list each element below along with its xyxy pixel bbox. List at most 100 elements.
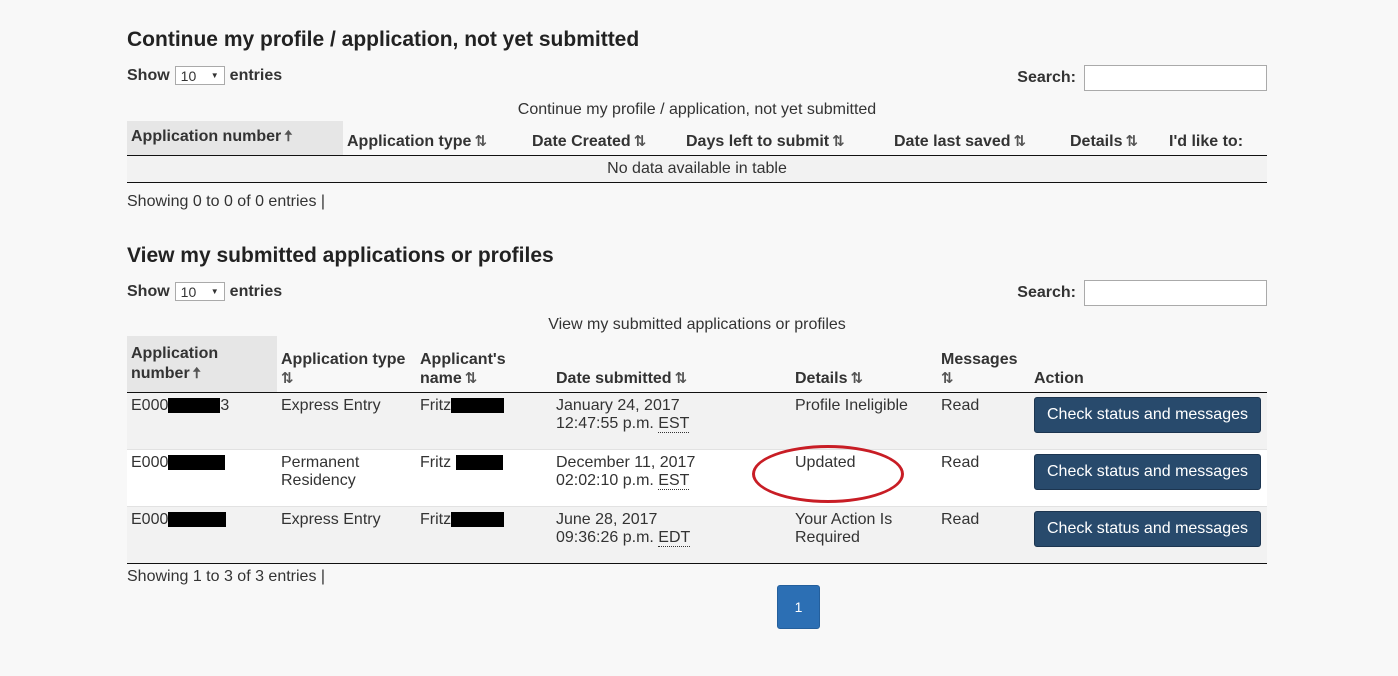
entries-label: entries xyxy=(229,66,283,84)
cell-date-submitted: June 28, 2017 09:36:26 p.m. EDT xyxy=(552,506,791,564)
check-status-button[interactable]: Check status and messages xyxy=(1034,397,1261,433)
table-caption: View my submitted applications or profil… xyxy=(548,316,846,333)
table-info: Showing 0 to 0 of 0 entries | xyxy=(127,193,326,210)
entries-label: entries xyxy=(229,282,283,300)
cell-messages: Read xyxy=(937,392,1030,450)
col-date-submitted[interactable]: Date submitted ⇅ xyxy=(552,336,791,393)
cell-action: Check status and messages xyxy=(1030,392,1267,450)
column-label: Date last saved xyxy=(894,133,1011,150)
cell-application-type: Express Entry xyxy=(277,392,416,450)
cell-application-number: E000 xyxy=(127,506,277,564)
application-type-text: Permanent Residency xyxy=(281,454,360,489)
column-label: Application type xyxy=(281,351,406,368)
table-row: E000 Permanent Residency Fritz December … xyxy=(127,449,1267,507)
sort-arrows-icon: ⇅ xyxy=(1125,133,1139,150)
arrow-up-icon: 🠅 xyxy=(192,365,201,382)
page-length-value: 10 xyxy=(180,283,197,300)
cell-applicant-name: Fritz xyxy=(416,392,552,450)
applicant-first-name: Fritz xyxy=(420,511,452,528)
timezone: EST xyxy=(658,472,690,490)
submitted-time: 12:47:55 p.m. xyxy=(556,415,654,432)
column-label: Days left to submit xyxy=(686,133,830,150)
check-status-button[interactable]: Check status and messages xyxy=(1034,454,1261,490)
page-length-select[interactable]: 10 ▼ xyxy=(174,282,225,301)
search-input[interactable] xyxy=(1084,280,1267,306)
app-number-prefix: E000 xyxy=(131,454,169,471)
col-messages[interactable]: Messages ⇅ xyxy=(937,336,1030,393)
col-date-created[interactable]: Date Created ⇅ xyxy=(528,121,682,156)
redaction-bar xyxy=(168,455,226,471)
column-label: Date submitted xyxy=(556,370,672,387)
timezone: EDT xyxy=(658,529,691,547)
search-control: Search: xyxy=(1017,280,1267,306)
page-length-select[interactable]: 10 ▼ xyxy=(174,66,225,85)
cell-application-type: Permanent Residency xyxy=(277,449,416,507)
details-text: Your Action Is Required xyxy=(795,511,893,546)
show-label: Show xyxy=(127,282,170,300)
unsubmitted-table: Application number 🠅 Application type ⇅ Da… xyxy=(127,121,1267,183)
caret-down-icon: ▼ xyxy=(210,287,219,296)
redaction-bar xyxy=(168,512,227,528)
redaction-bar xyxy=(451,398,505,414)
page-length-control: Show 10 ▼ entries xyxy=(127,282,282,301)
arrow-up-icon: 🠅 xyxy=(284,128,293,145)
submitted-date: June 28, 2017 xyxy=(556,511,658,528)
col-date-last-saved[interactable]: Date last saved ⇅ xyxy=(890,121,1066,156)
search-label: Search: xyxy=(1017,69,1076,86)
search-label: Search: xyxy=(1017,284,1076,301)
submitted-date: January 24, 2017 xyxy=(556,397,680,414)
empty-row: No data available in table xyxy=(127,155,1267,183)
timezone: EST xyxy=(658,415,690,433)
column-label: Details xyxy=(795,370,848,387)
check-status-button[interactable]: Check status and messages xyxy=(1034,511,1261,547)
table-caption: Continue my profile / application, not y… xyxy=(517,101,877,118)
show-label: Show xyxy=(127,66,170,84)
page-length-value: 10 xyxy=(180,67,197,84)
column-label: name xyxy=(420,370,462,387)
col-application-type[interactable]: Application type ⇅ xyxy=(277,336,416,393)
col-application-number[interactable]: Application number 🠅 xyxy=(127,121,343,156)
submitted-time: 09:36:26 p.m. xyxy=(556,529,654,546)
submitted-table: Application number 🠅 Application type ⇅ A… xyxy=(127,336,1267,564)
page-length-control: Show 10 ▼ entries xyxy=(127,66,282,85)
cell-details: Your Action Is Required xyxy=(791,506,937,564)
col-details[interactable]: Details ⇅ xyxy=(1066,121,1165,156)
col-days-left[interactable]: Days left to submit ⇅ xyxy=(682,121,890,156)
column-label: Messages xyxy=(941,351,1018,368)
column-label: number xyxy=(131,365,190,382)
sort-arrows-icon: ⇅ xyxy=(633,133,647,150)
cell-application-number: E000 3 xyxy=(127,392,277,450)
sort-arrows-icon: ⇅ xyxy=(850,370,864,387)
sort-arrows-icon: ⇅ xyxy=(941,370,954,387)
redaction-bar xyxy=(451,512,505,528)
col-actions: I'd like to: xyxy=(1165,121,1267,156)
table-row: E000 3 Express Entry Fritz January 24, 20… xyxy=(127,392,1267,450)
app-number-prefix: E000 xyxy=(131,397,169,414)
redaction-bar xyxy=(168,398,221,414)
cell-date-submitted: December 11, 2017 02:02:10 p.m. EST xyxy=(552,449,791,507)
caret-down-icon: ▼ xyxy=(210,71,219,80)
applicant-first-name: Fritz xyxy=(420,397,452,414)
pagination-page-1[interactable]: 1 xyxy=(777,585,820,629)
sort-arrows-icon: ⇅ xyxy=(674,370,688,387)
col-applicant-name[interactable]: Applicant's name ⇅ xyxy=(416,336,552,393)
col-application-number[interactable]: Application number 🠅 xyxy=(127,336,277,393)
app-number-suffix: 3 xyxy=(220,397,230,414)
col-details[interactable]: Details ⇅ xyxy=(791,336,937,393)
sort-arrows-icon: ⇅ xyxy=(281,370,294,387)
sort-arrows-icon: ⇅ xyxy=(1013,133,1027,150)
cell-applicant-name: Fritz xyxy=(416,506,552,564)
cell-date-submitted: January 24, 2017 12:47:55 p.m. EST xyxy=(552,392,791,450)
redaction-bar xyxy=(455,455,503,471)
table-info: Showing 1 to 3 of 3 entries | xyxy=(127,568,326,585)
app-number-prefix: E000 xyxy=(131,511,169,528)
cell-application-number: E000 xyxy=(127,449,277,507)
sort-arrows-icon: ⇅ xyxy=(474,133,488,150)
col-application-type[interactable]: Application type ⇅ xyxy=(343,121,528,156)
column-label: Application type xyxy=(347,133,472,150)
cell-action: Check status and messages xyxy=(1030,506,1267,564)
column-label: Applicant's xyxy=(420,351,506,368)
column-label: Details xyxy=(1070,133,1123,150)
section-title-unsubmitted: Continue my profile / application, not y… xyxy=(127,28,640,51)
search-input[interactable] xyxy=(1084,65,1267,91)
